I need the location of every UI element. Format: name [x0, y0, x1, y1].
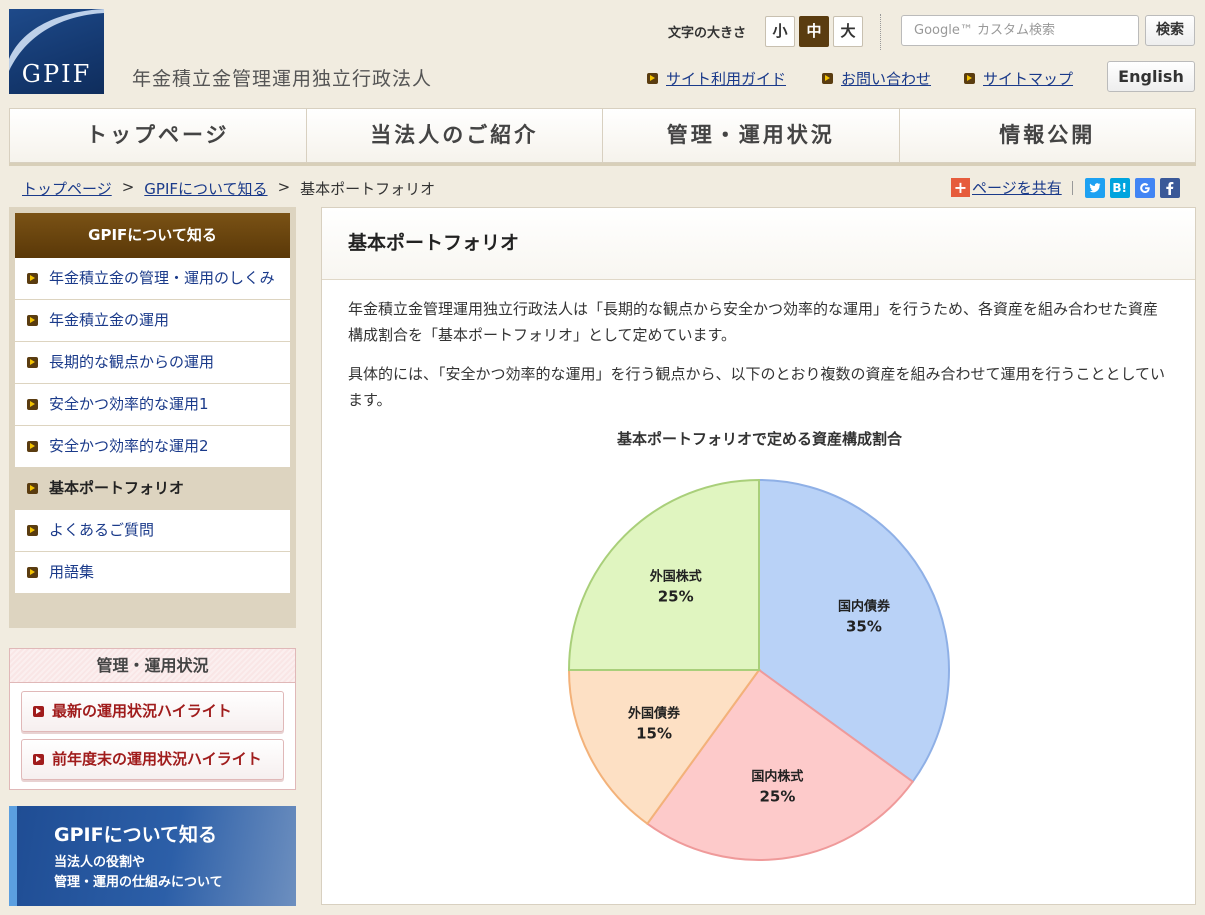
- management-status-box: 管理・運用状況 最新の運用状況ハイライト 前年度末の運用状況ハイライト: [9, 648, 296, 790]
- banner-subtitle-1: 当法人の役割や: [54, 855, 146, 870]
- sitemap-link[interactable]: サイトマップ: [964, 68, 1073, 89]
- breadcrumb: トップページ > GPIFについて知る > 基本ポートフォリオ: [22, 178, 435, 199]
- pie-label-foreign-stocks: 外国株式: [649, 569, 702, 585]
- nav-about[interactable]: 当法人のご紹介: [306, 109, 603, 162]
- breadcrumb-top[interactable]: トップページ: [22, 178, 112, 199]
- org-name: 年金積立金管理運用独立行政法人: [132, 68, 433, 90]
- arrow-bullet-icon: [27, 567, 38, 578]
- main-content: 基本ポートフォリオ 年金積立金管理運用独立行政法人は「長期的な観点から安全かつ効…: [321, 207, 1196, 905]
- breadcrumb-about-gpif[interactable]: GPIFについて知る: [144, 178, 267, 199]
- intro-paragraph: 年金積立金管理運用独立行政法人は「長期的な観点から安全かつ効率的な運用」を行うた…: [348, 300, 1159, 344]
- status-box-title: 管理・運用状況: [10, 649, 295, 683]
- nav-management-status[interactable]: 管理・運用状況: [603, 109, 900, 162]
- sidebar-item-mechanism[interactable]: 年金積立金の管理・運用のしくみ: [15, 258, 290, 300]
- sidebar-item-faq[interactable]: よくあるご質問: [15, 510, 290, 552]
- logo-text: GPIF: [21, 60, 92, 88]
- arrow-bullet-icon: [27, 273, 38, 284]
- arrow-bullet-icon: [27, 525, 38, 536]
- breadcrumb-separator: >: [121, 178, 135, 196]
- pie-value-domestic-bonds: 35%: [846, 618, 882, 636]
- breadcrumb-current: 基本ポートフォリオ: [300, 180, 436, 198]
- google-icon[interactable]: [1134, 177, 1155, 198]
- font-size-label: 文字の大きさ: [668, 26, 747, 41]
- banner-subtitle-2: 管理・運用の仕組みについて: [54, 875, 223, 890]
- arrow-bullet-icon: [27, 315, 38, 326]
- banner-title: GPIFについて知る: [54, 824, 217, 846]
- share-bar: + ページを共有 B!: [951, 177, 1185, 198]
- arrow-bullet-icon: [822, 73, 833, 84]
- english-button[interactable]: English: [1107, 61, 1195, 92]
- sidebar-menu: GPIFについて知る 年金積立金の管理・運用のしくみ 年金積立金の運用 長期的な…: [9, 207, 296, 628]
- facebook-icon[interactable]: [1159, 177, 1180, 198]
- sidebar-item-efficient-2[interactable]: 安全かつ効率的な運用2: [15, 426, 290, 468]
- breadcrumb-separator: >: [277, 178, 291, 196]
- arrow-bullet-icon: [647, 73, 658, 84]
- about-gpif-banner[interactable]: GPIFについて知る 当法人の役割や 管理・運用の仕組みについて: [9, 806, 296, 906]
- sidebar-item-long-term[interactable]: 長期的な観点からの運用: [15, 342, 290, 384]
- nav-disclosure[interactable]: 情報公開: [899, 109, 1195, 162]
- twitter-icon[interactable]: [1084, 177, 1105, 198]
- font-size-small-button[interactable]: 小: [765, 16, 795, 47]
- pie-value-foreign-stocks: 25%: [658, 588, 694, 606]
- pie-label-domestic-stocks: 国内株式: [751, 768, 803, 784]
- arrow-bullet-icon: [964, 73, 975, 84]
- latest-highlight-button[interactable]: 最新の運用状況ハイライト: [21, 691, 284, 732]
- sidebar-item-fund-management[interactable]: 年金積立金の運用: [15, 300, 290, 342]
- search-input[interactable]: Google™ カスタム検索: [901, 15, 1139, 46]
- detail-paragraph: 具体的には、「安全かつ効率的な運用」を行う観点から、以下のとおり複数の資産を組み…: [348, 365, 1166, 409]
- arrow-bullet-icon: [27, 441, 38, 452]
- sidebar-title: GPIFについて知る: [15, 213, 290, 258]
- share-plus-icon[interactable]: +: [951, 178, 970, 197]
- share-page-link[interactable]: ページを共有: [972, 177, 1062, 198]
- gpif-logo[interactable]: GPIF: [9, 9, 104, 94]
- portfolio-pie-chart: 国内債券 35% 国内株式 25% 外国債券 15% 外国株式 25%: [567, 478, 950, 861]
- sidebar-item-portfolio[interactable]: 基本ポートフォリオ: [15, 468, 290, 510]
- hatena-bookmark-icon[interactable]: B!: [1109, 177, 1130, 198]
- sidebar-item-glossary[interactable]: 用語集: [15, 552, 290, 594]
- page-title: 基本ポートフォリオ: [322, 208, 1195, 280]
- arrow-bullet-icon: [27, 399, 38, 410]
- pie-label-foreign-bonds: 外国債券: [627, 705, 681, 721]
- search-button[interactable]: 検索: [1145, 15, 1195, 46]
- arrow-bullet-icon: [33, 706, 44, 717]
- font-size-medium-button[interactable]: 中: [799, 16, 829, 47]
- chart-title: 基本ポートフォリオで定める資産構成割合: [616, 430, 902, 448]
- nav-top-page[interactable]: トップページ: [10, 109, 307, 162]
- font-size-large-button[interactable]: 大: [833, 16, 863, 47]
- site-guide-link[interactable]: サイト利用ガイド: [647, 68, 786, 89]
- share-divider: [1071, 180, 1073, 195]
- arrow-bullet-icon: [27, 483, 38, 494]
- pie-label-domestic-bonds: 国内債券: [838, 599, 891, 615]
- global-nav: トップページ 当法人のご紹介 管理・運用状況 情報公開: [9, 108, 1196, 163]
- arrow-bullet-icon: [33, 754, 44, 765]
- pie-value-domestic-stocks: 25%: [759, 787, 795, 805]
- previous-year-highlight-button[interactable]: 前年度末の運用状況ハイライト: [21, 739, 284, 780]
- pie-value-foreign-bonds: 15%: [636, 724, 672, 742]
- header-divider: [880, 14, 881, 50]
- arrow-bullet-icon: [27, 357, 38, 368]
- sidebar-item-efficient-1[interactable]: 安全かつ効率的な運用1: [15, 384, 290, 426]
- contact-link[interactable]: お問い合わせ: [822, 68, 931, 89]
